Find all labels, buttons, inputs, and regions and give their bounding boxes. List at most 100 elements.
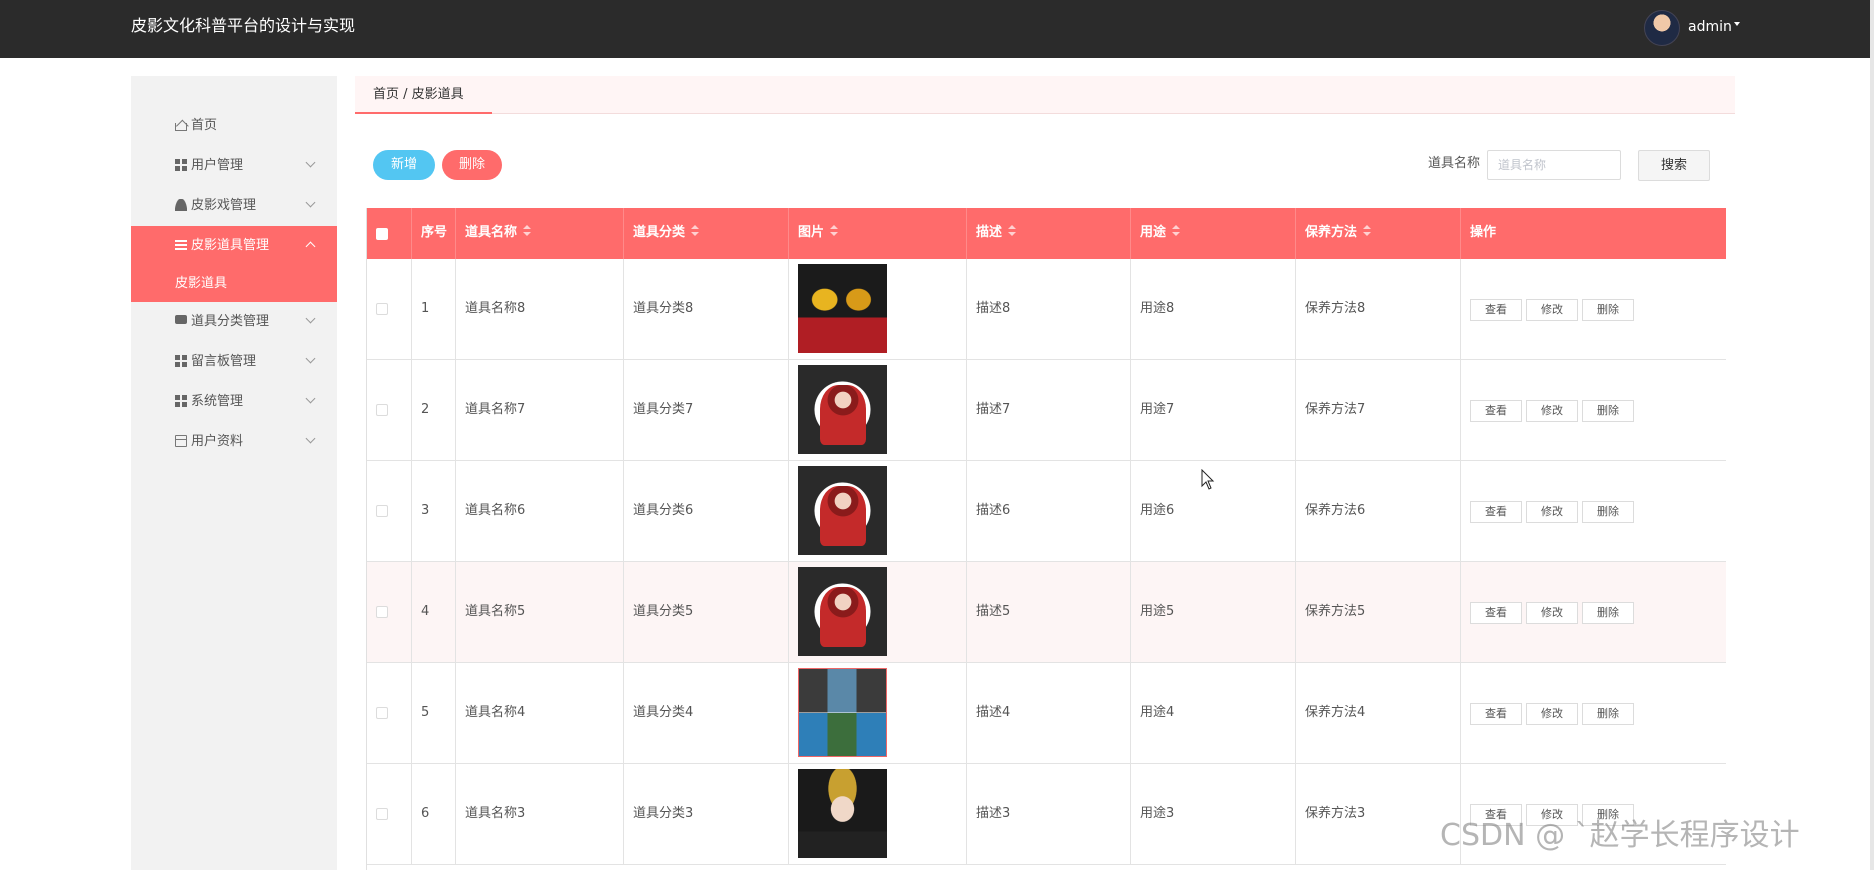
column-header-name[interactable]: 道具名称 [456,208,624,259]
prop-image[interactable] [798,365,887,454]
sort-icon[interactable] [1363,225,1372,237]
column-title: 操作 [1470,225,1497,240]
column-header-care[interactable]: 保养方法 [1296,208,1461,259]
prop-desc: 描述6 [976,503,1011,518]
search-label: 道具名称 [1428,156,1481,171]
view-button[interactable]: 查看 [1470,400,1522,422]
header-select-all[interactable] [367,208,412,259]
chevron-up-icon [305,241,316,252]
column-header-category[interactable]: 道具分类 [624,208,789,259]
delete-row-button[interactable]: 删除 [1582,703,1634,725]
prop-use: 用途8 [1140,301,1175,316]
view-button[interactable]: 查看 [1470,602,1522,624]
row-number: 4 [421,604,430,619]
edit-button[interactable]: 修改 [1526,602,1578,624]
prop-category: 道具分类4 [633,705,694,720]
prop-care: 保养方法5 [1305,604,1366,619]
row-number: 1 [421,301,430,316]
prop-image[interactable] [798,668,887,757]
edit-button[interactable]: 修改 [1526,703,1578,725]
prop-use: 用途3 [1140,806,1175,821]
grid-icon [175,159,187,171]
table-row[interactable]: 2 道具名称7 道具分类7 描述7 用途7 保养方法7 查看 修改 删除 [367,360,1726,461]
table-row[interactable]: 1 道具名称8 道具分类8 描述8 用途8 保养方法8 查看 修改 删除 [367,259,1726,360]
prop-use: 用途6 [1140,503,1175,518]
column-header-use[interactable]: 用途 [1131,208,1296,259]
user-name[interactable]: admin [1688,17,1732,37]
sidebar-item-shadow-play[interactable]: 皮影戏管理 [131,186,337,226]
watermark: CSDN @ `赵学长程序设计 [1440,818,1800,853]
prop-image[interactable] [798,567,887,656]
select-all-checkbox[interactable] [376,228,388,240]
mouse-cursor-icon [1201,469,1215,490]
row-checkbox[interactable] [376,404,388,416]
delete-row-button[interactable]: 删除 [1582,602,1634,624]
row-checkbox[interactable] [376,707,388,719]
view-button[interactable]: 查看 [1470,703,1522,725]
home-icon [175,123,187,131]
breadcrumb[interactable]: 首页 / 皮影道具 [373,86,464,104]
prop-category: 道具分类7 [633,402,694,417]
row-checkbox[interactable] [376,303,388,315]
row-checkbox[interactable] [376,505,388,517]
column-title: 序号 [421,225,448,240]
search-input[interactable] [1487,150,1621,180]
add-button[interactable]: 新增 [373,150,435,180]
search-button[interactable]: 搜索 [1638,150,1710,181]
column-header-desc[interactable]: 描述 [967,208,1131,259]
prop-use: 用途4 [1140,705,1175,720]
sidebar-item-user-management[interactable]: 用户管理 [131,146,337,186]
sidebar-item-props[interactable]: 皮影道具管理 [131,226,337,266]
sidebar-item-label: 道具分类管理 [191,314,270,329]
column-header-image[interactable]: 图片 [789,208,967,259]
prop-image[interactable] [798,769,887,858]
view-button[interactable]: 查看 [1470,299,1522,321]
row-number: 6 [421,806,430,821]
sidebar-item-system[interactable]: 系统管理 [131,382,337,422]
sort-icon[interactable] [830,225,839,237]
delete-row-button[interactable]: 删除 [1582,400,1634,422]
table-row[interactable]: 3 道具名称6 道具分类6 描述6 用途6 保养方法6 查看 修改 删除 [367,461,1726,562]
row-checkbox[interactable] [376,606,388,618]
submenu-item-props[interactable]: 皮影道具 [131,266,337,302]
column-header-actions: 操作 [1461,208,1726,259]
delete-row-button[interactable]: 删除 [1582,299,1634,321]
table-header: 序号 道具名称 道具分类 图片 描述 用途 保养方法 操作 [367,208,1726,259]
sidebar-item-prop-categories[interactable]: 道具分类管理 [131,302,337,342]
prop-category: 道具分类5 [633,604,694,619]
sort-icon[interactable] [523,225,532,237]
table-row[interactable]: 4 道具名称5 道具分类5 描述5 用途5 保养方法5 查看 修改 删除 [367,562,1726,663]
sidebar-item-message-board[interactable]: 留言板管理 [131,342,337,382]
app-title: 皮影文化科普平台的设计与实现 [131,16,356,35]
column-title: 道具名称 [465,225,518,240]
submenu-label: 皮影道具 [175,276,228,291]
sidebar-item-label: 首页 [191,118,218,133]
view-button[interactable]: 查看 [1470,501,1522,523]
prop-desc: 描述3 [976,806,1011,821]
breadcrumb-bar: 首页 / 皮影道具 [355,76,1735,114]
delete-row-button[interactable]: 删除 [1582,501,1634,523]
caret-down-icon[interactable] [1734,22,1740,26]
chevron-down-icon [305,157,316,168]
row-number: 3 [421,503,430,518]
row-checkbox[interactable] [376,808,388,820]
row-number: 2 [421,402,430,417]
sidebar-item-label: 皮影道具管理 [191,238,270,253]
sort-icon[interactable] [1008,225,1017,237]
table-row[interactable]: 5 道具名称4 道具分类4 描述4 用途4 保养方法4 查看 修改 删除 [367,663,1726,764]
sort-icon[interactable] [691,225,700,237]
sidebar-item-home[interactable]: 首页 [131,106,337,146]
sort-icon[interactable] [1172,225,1181,237]
page-scrollbar[interactable] [1870,0,1874,870]
chat-icon [175,315,187,324]
user-avatar[interactable] [1644,10,1680,46]
edit-button[interactable]: 修改 [1526,400,1578,422]
user-icon [175,199,187,211]
column-title: 道具分类 [633,225,686,240]
prop-image[interactable] [798,466,887,555]
edit-button[interactable]: 修改 [1526,501,1578,523]
sidebar-item-profile[interactable]: 用户资料 [131,422,337,462]
prop-image[interactable] [798,264,887,353]
delete-button[interactable]: 删除 [442,150,502,180]
edit-button[interactable]: 修改 [1526,299,1578,321]
